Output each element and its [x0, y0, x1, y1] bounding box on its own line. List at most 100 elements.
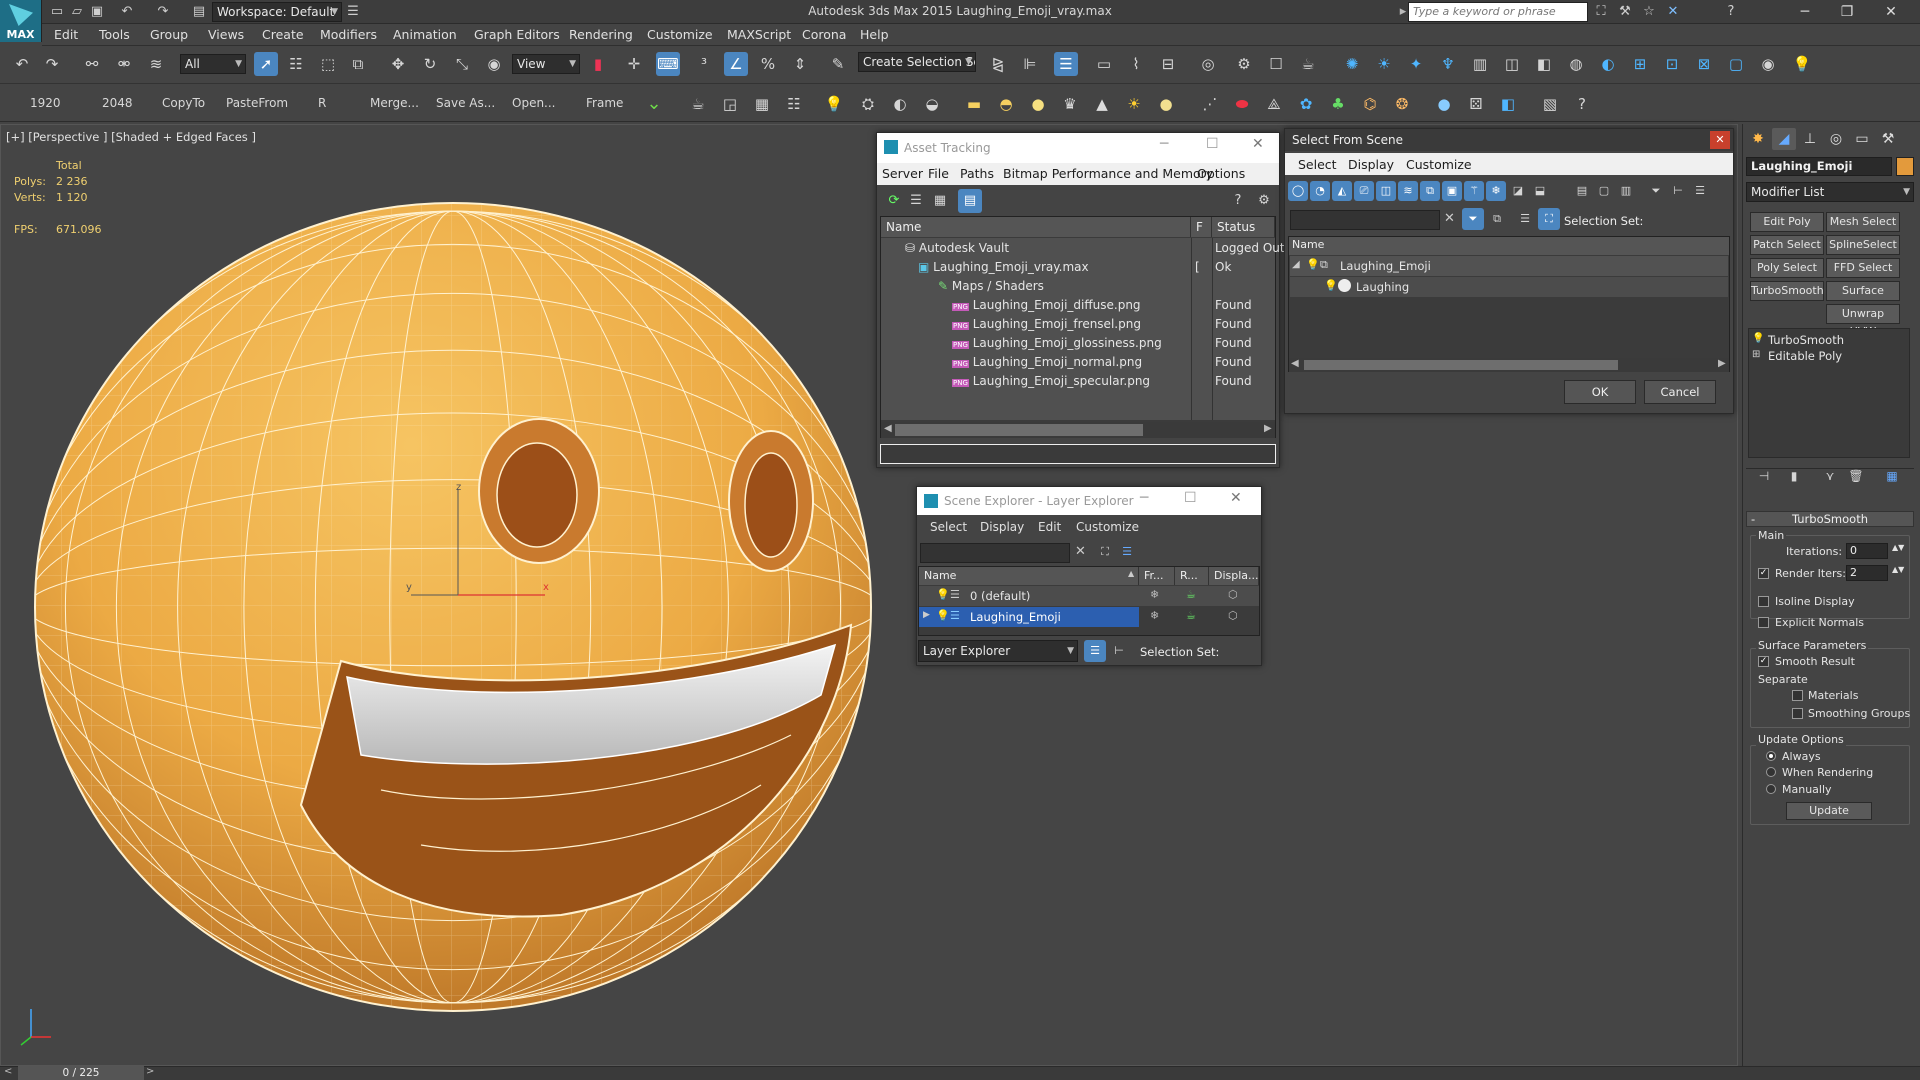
sfs-search-input[interactable] [1290, 210, 1440, 230]
unlink-icon[interactable]: ⚮ [112, 52, 136, 76]
menu-help[interactable]: Help [860, 27, 889, 42]
le-menu-customize[interactable]: Customize [1076, 520, 1139, 534]
render-production-icon[interactable]: ☕ [1296, 52, 1320, 76]
scroll-left-icon[interactable]: ◀ [884, 423, 892, 434]
table-row[interactable]: PNG Laughing_Emoji_normal.png [952, 355, 1142, 369]
bind-space-warp-icon[interactable]: ≋ [144, 52, 168, 76]
clear-search-icon[interactable]: ✕ [1075, 544, 1086, 559]
sfs-menu-customize[interactable]: Customize [1406, 157, 1472, 172]
select-manipulate-icon[interactable]: ✛ [622, 52, 646, 76]
menu-modifiers[interactable]: Modifiers [320, 27, 377, 42]
visibility-bulb-icon[interactable]: 💡 [1306, 258, 1320, 271]
table-row[interactable]: PNG Laughing_Emoji_frensel.png [952, 317, 1141, 331]
keyboard-shortcut-override-icon[interactable]: ⌨ [656, 52, 680, 76]
iterations-spinner[interactable]: 0 [1846, 543, 1888, 559]
time-slider-prev-icon[interactable]: < [4, 1066, 12, 1077]
vray-proxy-icon[interactable]: ◒ [920, 92, 944, 116]
tree-expand-icon[interactable]: ▶ [923, 610, 930, 620]
curve-editor-icon[interactable]: ⌇ [1124, 52, 1148, 76]
asset-col-name[interactable]: Name [881, 217, 1191, 237]
sfs-menu-display[interactable]: Display [1348, 157, 1394, 172]
window-crossing-icon[interactable]: ⧉ [346, 52, 370, 76]
le-search-input[interactable] [920, 543, 1070, 563]
tree-expand-icon[interactable]: ◢ [1292, 259, 1300, 270]
frame-buffer-icon[interactable]: ▥ [1468, 52, 1492, 76]
eye-icon[interactable]: ◉ [1756, 52, 1780, 76]
asset-settings-icon[interactable]: ⚙ [1252, 189, 1276, 213]
stack-item-editable-poly[interactable]: Editable Poly [1768, 349, 1842, 363]
le-menu-edit[interactable]: Edit [1038, 520, 1061, 534]
menu-corona[interactable]: Corona [802, 27, 846, 42]
batch-render-icon[interactable]: ▦ [750, 92, 774, 116]
asset-tracking-maximize-button[interactable]: ☐ [1206, 136, 1219, 152]
materials-checkbox[interactable] [1792, 690, 1803, 701]
menu-views[interactable]: Views [208, 27, 244, 42]
hair-fur-icon[interactable]: ⌬ [1358, 92, 1382, 116]
shelf-button-pastefrom[interactable]: PasteFrom [226, 96, 288, 110]
material-editor-icon[interactable]: ◎ [1196, 52, 1220, 76]
table-row[interactable]: PNG Laughing_Emoji_glossiness.png [952, 336, 1162, 350]
layer-explorer-maximize-button[interactable]: ☐ [1184, 490, 1197, 506]
mesh-select-button[interactable]: Mesh Select [1826, 212, 1900, 232]
favorites-star-icon[interactable]: ☆ [1640, 3, 1658, 21]
shelf-expand-icon[interactable]: ⌄ [642, 92, 666, 116]
always-radio[interactable] [1766, 751, 1776, 761]
asset-menu-server[interactable]: Server [882, 166, 923, 181]
vray-scatter-icon[interactable]: ♣ [1326, 92, 1350, 116]
ok-button[interactable]: OK [1564, 380, 1636, 404]
particle-icon[interactable]: ♆ [1436, 52, 1460, 76]
renderable-teapot-icon[interactable]: ☕ [1186, 609, 1196, 622]
select-object-icon[interactable]: ➚ [254, 52, 278, 76]
sfs-menu-select[interactable]: Select [1298, 157, 1337, 172]
spline-select-button[interactable]: SplineSelect [1826, 235, 1900, 255]
sfs-layers-icon[interactable]: ☰ [1514, 208, 1536, 230]
display-box-icon[interactable]: ⬡ [1228, 588, 1238, 601]
light-lister-icon[interactable]: ☷ [782, 92, 806, 116]
filter-xrefs-icon[interactable]: ▣ [1442, 181, 1462, 201]
table-row[interactable]: PNG Laughing_Emoji_specular.png [952, 374, 1150, 388]
select-all-icon[interactable]: ▤ [1572, 181, 1592, 201]
filter-helpers-icon[interactable]: ◫ [1376, 181, 1396, 201]
help-icon[interactable]: ? [1722, 3, 1740, 21]
remove-modifier-icon[interactable]: 🗑 [1844, 464, 1868, 488]
table-row[interactable]: ⛁ Autodesk Vault [905, 241, 1009, 255]
gpu-render-icon[interactable]: ◧ [1532, 52, 1556, 76]
dome-light-icon[interactable]: ◓ [994, 92, 1018, 116]
shelf-button-frame[interactable]: Frame [586, 96, 623, 110]
vray-clipper-icon[interactable]: ✿ [1294, 92, 1318, 116]
scale-icon[interactable]: ⤡ [450, 52, 474, 76]
layer-explorer-close-button[interactable]: ✕ [1230, 490, 1242, 506]
manually-radio[interactable] [1766, 784, 1776, 794]
shelf-button-merge[interactable]: Merge... [370, 96, 419, 110]
le-find-icon[interactable]: ⛶ [1094, 541, 1116, 563]
asset-menu-options[interactable]: Options [1197, 166, 1245, 181]
convert-scene-icon[interactable]: ▧ [1538, 92, 1562, 116]
vray-sphere-icon[interactable]: ⛭ [856, 92, 880, 116]
menu-edit[interactable]: Edit [54, 27, 78, 42]
place-icon[interactable]: ◉ [482, 52, 506, 76]
time-slider-thumb[interactable]: 0 / 225 [18, 1066, 144, 1080]
time-slider[interactable] [0, 1066, 1920, 1080]
freeze-icon[interactable]: ❄ [1150, 588, 1159, 601]
named-selection-set-dropdown[interactable]: Create Selection Se ▼ [858, 52, 976, 72]
menu-graph-editors[interactable]: Graph Editors [474, 27, 560, 42]
object-name-field[interactable]: Laughing_Emoji [1746, 157, 1892, 176]
sfs-scrollbar-thumb[interactable] [1304, 360, 1618, 370]
shelf-button-2048[interactable]: 2048 [102, 96, 133, 110]
display-tab-icon[interactable]: ▭ [1850, 128, 1874, 150]
sfs-selection-set-icon[interactable]: ⛶ [1538, 208, 1560, 230]
menu-animation[interactable]: Animation [393, 27, 457, 42]
object-color-swatch[interactable] [1896, 157, 1914, 176]
viewport-label[interactable]: [+] [Perspective ] [Shaded + Edged Faces… [6, 130, 256, 144]
visibility-bulb-icon[interactable]: 💡 [1324, 279, 1338, 292]
spinner-snap-icon[interactable]: ⇕ [788, 52, 812, 76]
display-box-icon[interactable]: ⬡ [1228, 609, 1238, 622]
freeze-icon[interactable]: ❄ [1150, 609, 1159, 622]
le-col-display[interactable]: Displa... [1209, 567, 1259, 585]
ies-light-icon[interactable]: ▲ [1090, 92, 1114, 116]
shelf-button-r[interactable]: R [318, 96, 326, 110]
sun-icon[interactable]: ☀ [1122, 92, 1146, 116]
keyword-search-input[interactable]: Type a keyword or phrase [1408, 2, 1588, 22]
vray-physical-camera-icon[interactable]: ◐ [888, 92, 912, 116]
vray-toolbar-icon[interactable]: ⊠ [1692, 52, 1716, 76]
